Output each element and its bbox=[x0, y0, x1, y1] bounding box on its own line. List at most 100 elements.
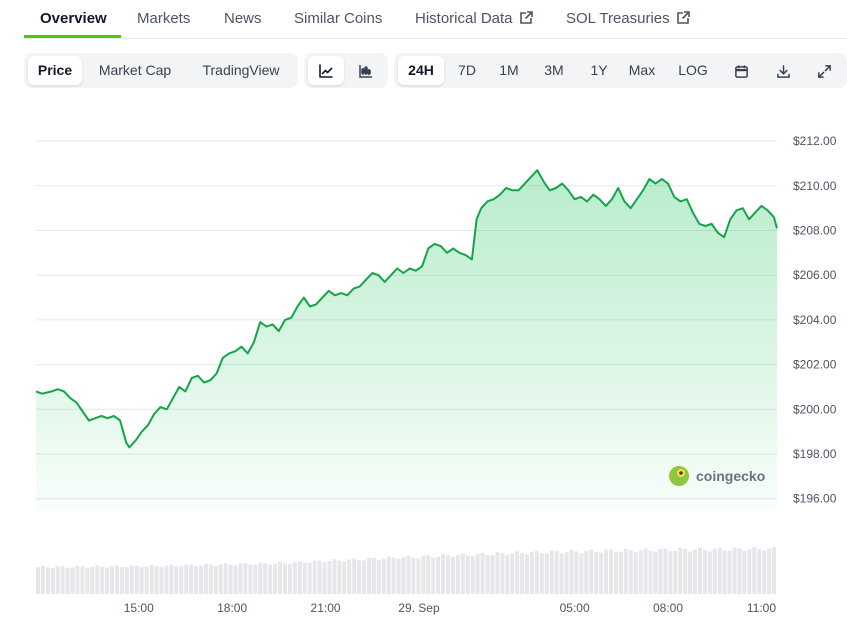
tab-historical-data[interactable]: Historical Data bbox=[415, 10, 533, 27]
volume-bar bbox=[287, 564, 292, 594]
volume-bar bbox=[668, 551, 673, 594]
range-1y-button[interactable]: 1Y bbox=[580, 56, 618, 85]
tab-label: Overview bbox=[40, 10, 107, 27]
tab-label: Similar Coins bbox=[294, 10, 383, 27]
volume-bar bbox=[124, 567, 129, 594]
volume-bar bbox=[727, 550, 732, 594]
volume-bar bbox=[50, 568, 55, 594]
volume-bar bbox=[732, 547, 737, 594]
volume-bar bbox=[618, 551, 623, 594]
volume-bar bbox=[772, 547, 776, 594]
coingecko-watermark: coingecko bbox=[669, 466, 765, 486]
calendar-icon bbox=[734, 65, 748, 78]
volume-bar bbox=[475, 553, 480, 594]
y-tick-label: $200.00 bbox=[793, 402, 837, 416]
volume-bar bbox=[258, 562, 263, 594]
volume-bar bbox=[460, 553, 465, 594]
volume-bar bbox=[184, 564, 189, 594]
volume-bar bbox=[717, 547, 722, 594]
volume-bar bbox=[139, 567, 144, 594]
external-link-icon bbox=[676, 11, 690, 24]
candlestick-button[interactable] bbox=[348, 56, 384, 85]
volume-bar bbox=[60, 566, 65, 594]
tab-label: Historical Data bbox=[415, 10, 513, 27]
volume-bar bbox=[243, 563, 248, 594]
volume-bar bbox=[238, 563, 243, 594]
volume-bar bbox=[164, 565, 169, 594]
volume-bar bbox=[396, 559, 401, 594]
volume-bar bbox=[505, 554, 510, 594]
range-1m-button[interactable]: 1M bbox=[490, 56, 528, 85]
volume-bar bbox=[549, 550, 554, 594]
y-tick-label: $212.00 bbox=[793, 134, 837, 148]
price-chart[interactable]: $212.00 $210.00 $208.00 $206.00 $204.00 $202.… bbox=[0, 100, 847, 632]
volume-bar bbox=[228, 564, 233, 594]
volume-bar bbox=[347, 559, 352, 594]
volume-bar bbox=[485, 555, 490, 594]
volume-bar bbox=[579, 553, 584, 594]
volume-bar bbox=[357, 560, 362, 594]
volume-bar bbox=[391, 557, 396, 594]
fullscreen-icon bbox=[817, 64, 831, 78]
line-chart-button[interactable] bbox=[308, 56, 344, 85]
volume-bar bbox=[643, 548, 648, 594]
volume-bar bbox=[648, 550, 653, 594]
volume-bar bbox=[199, 565, 203, 594]
volume-bar bbox=[179, 566, 184, 594]
volume-bar bbox=[411, 557, 416, 594]
volume-bar bbox=[85, 567, 90, 594]
volume-bar bbox=[544, 553, 549, 594]
volume-bar bbox=[594, 551, 599, 594]
volume-bar bbox=[697, 547, 702, 594]
y-axis-labels: $212.00 $210.00 $208.00 $206.00 $204.00 $202.… bbox=[793, 134, 837, 506]
range-3m-button[interactable]: 3M bbox=[532, 56, 576, 85]
tab-sol-treasuries[interactable]: SOL Treasuries bbox=[566, 10, 690, 27]
volume-bar bbox=[332, 559, 337, 594]
volume-bar bbox=[386, 556, 391, 594]
x-tick-label: 08:00 bbox=[653, 601, 683, 615]
volume-bar bbox=[154, 566, 159, 594]
volume-bar bbox=[663, 548, 668, 594]
volume-bar bbox=[737, 548, 742, 594]
volume-bar bbox=[569, 549, 574, 594]
tab-similar-coins[interactable]: Similar Coins bbox=[294, 10, 382, 27]
volume-bar bbox=[673, 550, 678, 594]
range-max-button[interactable]: Max bbox=[622, 56, 662, 85]
volume-bar bbox=[490, 554, 495, 594]
volume-bar bbox=[520, 552, 525, 594]
volume-bar bbox=[297, 561, 302, 594]
volume-bar bbox=[362, 560, 366, 594]
y-tick-label: $204.00 bbox=[793, 313, 837, 327]
x-tick-label: 18:00 bbox=[217, 601, 247, 615]
tab-news[interactable]: News bbox=[224, 10, 262, 27]
fullscreen-button[interactable] bbox=[807, 56, 841, 85]
volume-bar bbox=[322, 562, 327, 594]
volume-bar bbox=[515, 551, 520, 594]
tab-label: Markets bbox=[137, 10, 191, 27]
x-tick-label: 29. Sep bbox=[398, 601, 440, 615]
range-7d-button[interactable]: 7D bbox=[448, 56, 486, 85]
market-cap-button[interactable]: Market Cap bbox=[86, 56, 184, 85]
download-icon bbox=[776, 64, 790, 78]
volume-bar bbox=[633, 552, 638, 594]
volume-bar bbox=[75, 565, 80, 594]
volume-bar bbox=[416, 558, 421, 594]
volume-bar bbox=[174, 566, 179, 594]
volume-bar bbox=[292, 562, 297, 594]
tradingview-button[interactable]: TradingView bbox=[188, 56, 294, 85]
volume-bar bbox=[693, 549, 697, 594]
calendar-button[interactable] bbox=[724, 56, 758, 85]
volume-bar bbox=[36, 567, 40, 594]
price-button[interactable]: Price bbox=[28, 56, 82, 85]
volume-bar bbox=[115, 565, 119, 594]
volume-bar bbox=[638, 550, 643, 594]
tab-overview[interactable]: Overview bbox=[40, 10, 107, 27]
log-scale-button[interactable]: LOG bbox=[668, 56, 718, 85]
range-24h-button[interactable]: 24H bbox=[398, 56, 444, 85]
tab-markets[interactable]: Markets bbox=[137, 10, 190, 27]
volume-bar bbox=[218, 564, 223, 594]
volume-bar bbox=[604, 549, 609, 594]
view-toggle bbox=[304, 53, 388, 88]
x-tick-label: 11:00 bbox=[747, 601, 776, 615]
download-button[interactable] bbox=[766, 56, 800, 85]
